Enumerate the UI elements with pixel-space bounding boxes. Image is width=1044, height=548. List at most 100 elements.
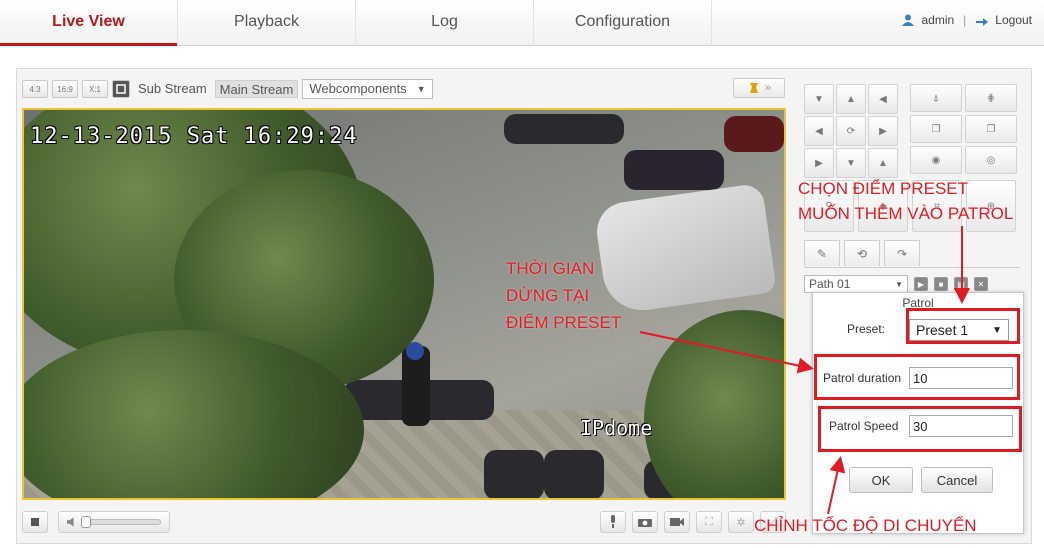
cancel-button[interactable]: Cancel [921,467,993,493]
arrow-up-left-icon: ▼ [814,93,824,105]
iris-close-icon: ◎ [986,154,996,166]
iris-open-button[interactable]: ◉ [910,146,962,174]
iris-close-button[interactable]: ◎ [965,146,1017,174]
save-icon: ▤ [957,279,965,289]
ptz-up-left-button[interactable]: ▼ [804,84,834,114]
auto-rotate-icon: ⟳ [846,125,856,137]
annotation-choose-preset-line1: CHỌN ĐIỂM PRESET [798,179,969,198]
annotation-speed-note: CHỈNH TỐC ĐỘ DI CHUYỂN [754,516,977,535]
volume-control[interactable] [58,511,170,533]
tab-log[interactable]: Log [356,0,534,46]
tab-playback[interactable]: Playback [178,0,356,46]
volume-slider-handle[interactable] [81,516,92,528]
tab-configuration[interactable]: Configuration [534,0,712,46]
ptz-direction-pad: ▼ ▲ ◀ ◀ ⟳ ▶ ▶ ▼ ▲ [804,84,906,178]
video-motorbike [624,150,724,190]
preset-highlight-box [906,308,1020,344]
ptz-down-button[interactable]: ▼ [836,148,866,178]
user-area: admin | Logout [901,13,1032,27]
digital-zoom-button[interactable]: ⛶ [696,511,722,533]
sub-stream-button[interactable]: Sub Stream [134,80,211,98]
duration-highlight-box [814,354,1020,400]
user-separator: | [963,13,967,27]
patrol-path-value: Path 01 [809,277,851,291]
focus-far-icon: ❐ [986,123,996,135]
delete-icon: ✕ [977,279,985,289]
top-navigation: Live View Playback Log Configuration adm… [0,0,1044,46]
patrol-path-select[interactable]: Path 01 ▼ [804,275,908,293]
audio-talk-button[interactable] [600,511,626,533]
tab-patrol[interactable]: ⟲ [844,240,880,266]
arrow-down-left-icon: ▶ [815,157,823,169]
video-car [593,182,777,316]
logout-link[interactable]: Logout [995,13,1032,27]
patrol-start-button[interactable]: ▶ [914,277,928,291]
arrow-right-icon: ▶ [879,125,887,137]
positioning-icon: ✲ [736,516,746,529]
stop-button[interactable] [22,511,48,533]
ratio-16-9-button[interactable]: 16:9 [52,80,78,98]
layout-icon [116,84,126,94]
video-motorbike [504,114,624,144]
zoom-icon: ⛶ [705,515,713,528]
video-record-icon [670,518,684,526]
annotation-dwell-line1: THỜI GIAN [506,259,595,278]
ptz-icon [749,83,758,93]
tab-pattern[interactable]: ↷ [884,240,920,266]
ptz-right-button[interactable]: ▶ [868,116,898,146]
arrow-down-right-icon: ▲ [878,157,888,169]
ptz-function-tabs: ✎ ⟲ ↷ [804,240,1020,268]
more-icon: » [764,82,772,94]
live-video[interactable]: 12-13-2015 Sat 16:29:24 IPdome [22,108,786,500]
patrol-save-button[interactable]: ▤ [954,277,968,291]
ptz-auto-button[interactable]: ⟳ [836,116,866,146]
annotation-dwell-line3: ĐIỂM PRESET [506,313,622,332]
ptz-left-button[interactable]: ◀ [804,116,834,146]
ptz-down-left-button[interactable]: ▶ [804,148,834,178]
iris-open-icon: ◉ [931,154,941,166]
patrol-delete-button[interactable]: ✕ [974,277,988,291]
ok-button[interactable]: OK [849,467,913,493]
zoom-in-icon: ⍋ [933,92,939,104]
focus-far-button[interactable]: ❐ [965,115,1017,143]
record-button[interactable] [664,511,690,533]
plugin-select[interactable]: Webcomponents ▼ [302,79,433,99]
video-motorbike [484,450,544,498]
ptz-zoom-focus-buttons: ⍋ ⋕ ❐ ❐ ◉ ◎ [910,84,1022,174]
logout-icon[interactable] [975,13,989,27]
volume-slider[interactable] [81,516,161,528]
tab-live-view[interactable]: Live View [0,0,178,46]
speed-highlight-box [818,406,1022,452]
video-control-bar: ⛶ ✲ ⤢ [22,506,786,538]
ptz-panel-toggle-button[interactable]: » [733,78,785,98]
osd-camera-name: IPdome [580,416,653,440]
microphone-icon [611,515,615,528]
play-icon: ▶ [917,279,925,289]
main-stream-button[interactable]: Main Stream [214,80,299,98]
arrow-up-right-icon: ◀ [879,93,887,105]
preset-icon: ✎ [816,246,828,261]
ptz-up-button[interactable]: ▲ [836,84,866,114]
arrow-up-icon: ▲ [846,93,856,105]
ptz-down-right-button[interactable]: ▲ [868,148,898,178]
zoom-out-button[interactable]: ⋕ [965,84,1017,112]
window-layout-button[interactable] [112,80,130,98]
patrol-icon: ⟲ [856,246,868,261]
tab-preset[interactable]: ✎ [804,240,840,266]
ratio-4-3-button[interactable]: 4:3 [22,80,48,98]
3d-positioning-button[interactable]: ✲ [728,511,754,533]
capture-button[interactable] [632,511,658,533]
arrow-left-icon: ◀ [815,125,823,137]
arrow-down-icon: ▼ [846,157,856,169]
stop-icon: ■ [938,279,944,289]
chevron-down-icon: ▼ [895,279,903,289]
camera-icon [638,519,652,527]
plugin-select-value: Webcomponents [309,81,407,96]
ratio-original-button[interactable]: X:1 [82,80,108,98]
focus-near-button[interactable]: ❐ [910,115,962,143]
preset-label: Preset: [847,322,886,336]
ptz-up-right-button[interactable]: ◀ [868,84,898,114]
patrol-stop-button[interactable]: ■ [934,277,948,291]
zoom-in-button[interactable]: ⍋ [910,84,962,112]
speaker-icon [67,517,74,527]
